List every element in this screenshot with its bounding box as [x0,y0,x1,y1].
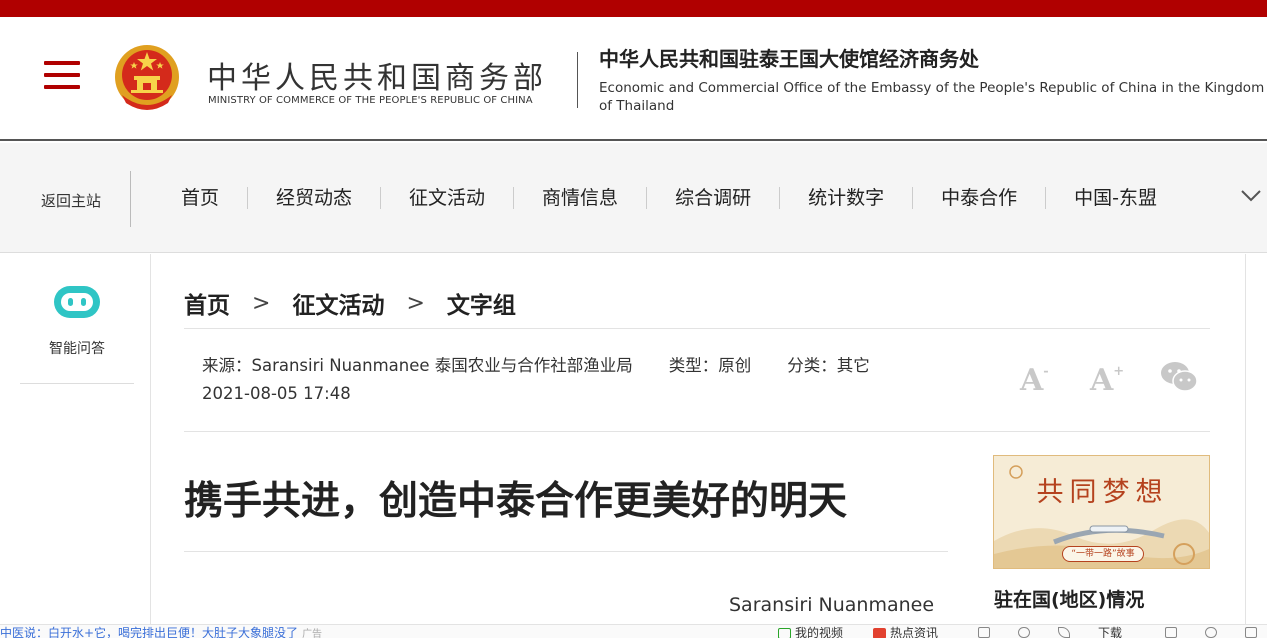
divider [184,551,948,552]
national-emblem-icon [115,45,179,110]
top-red-bar [0,0,1267,17]
font-larger-label: A [1090,363,1114,398]
breadcrumb-text-group[interactable]: 文字组 [447,286,516,320]
article-category: 分类：其它 [787,356,870,375]
office-name-cn: 中华人民共和国驻泰王国大使馆经济商务处 [599,47,979,71]
screenshot-icon[interactable] [978,627,990,638]
content-left-rule [150,254,151,638]
nav-item-china-asean[interactable]: 中国-东盟 [1046,187,1185,209]
smart-qa-label: 智能问答 [49,341,105,357]
ticker-text: 中医说：白开水+它，喝完排出巨便！大肚子大象腿没了 [0,626,299,638]
back-home-link[interactable]: 返回主站 [41,190,101,211]
ticker-tag: 广告 [302,629,323,638]
font-smaller-label: A [1020,363,1044,398]
nav-divider [130,171,131,227]
article-type: 类型：原创 [668,356,752,375]
breadcrumb-home[interactable]: 首页 [184,286,230,320]
print-icon[interactable] [1165,627,1177,638]
chevron-down-icon[interactable] [1238,183,1264,209]
header-divider [577,52,578,108]
nav-items: 首页 经贸动态 征文活动 商情信息 综合调研 统计数字 中泰合作 中国-东盟 [153,187,1185,209]
nav-item-research[interactable]: 综合调研 [647,187,781,209]
window-icon[interactable] [1245,627,1257,638]
article-author: Saransiri Nuanmanee [729,594,935,616]
article-source: 来源：Saransiri Nuanmanee 泰国农业与合作社部渔业局 [202,356,633,375]
breadcrumb-essay[interactable]: 征文活动 [292,286,384,320]
font-larger-button[interactable]: A+ [1090,358,1124,399]
nav-item-home[interactable]: 首页 [153,187,249,209]
nav-item-essay[interactable]: 征文活动 [381,187,515,209]
hot-news-button[interactable]: 热点资讯 [873,626,938,638]
breadcrumb-separator: > [252,290,271,316]
nav-item-business-info[interactable]: 商情信息 [514,187,648,209]
content-right-rule [1245,254,1246,638]
font-smaller-mark: - [1043,364,1049,379]
font-smaller-button[interactable]: A- [1020,358,1049,399]
banner-subtitle: “一带一路”故事 [1062,546,1144,562]
office-name-en: Economic and Commercial Office of the Em… [599,80,1265,114]
main-nav: 返回主站 首页 经贸动态 征文活动 商情信息 综合调研 统计数字 中泰合作 中国… [0,143,1267,253]
compass-icon[interactable] [1205,627,1217,638]
article-datetime: 2021-08-05 17:48 [202,384,351,403]
news-ticker[interactable]: 中医说：白开水+它，喝完排出巨便！大肚子大象腿没了 广告 [0,626,322,638]
robot-icon[interactable] [52,284,102,320]
font-larger-mark: + [1113,364,1125,379]
leaf-icon[interactable] [1058,627,1070,638]
divider [184,328,1210,329]
download-label: 下载 [1098,626,1123,638]
article-meta: 来源：Saransiri Nuanmanee 泰国农业与合作社部渔业局 类型：原创… [202,352,870,376]
heart-icon[interactable] [1018,627,1030,638]
belt-road-banner[interactable]: 共同梦想 “一带一路”故事 [993,455,1210,569]
menu-icon[interactable] [44,61,80,91]
nav-item-trade-news[interactable]: 经贸动态 [248,187,382,209]
browser-bottom-bar: 中医说：白开水+它，喝完排出巨便！大肚子大象腿没了 广告 我的视频 热点资讯 下载 [0,624,1267,638]
site-header: 中华人民共和国商务部 MINISTRY OF COMMERCE OF THE P… [0,17,1267,141]
nav-item-china-thai[interactable]: 中泰合作 [913,187,1047,209]
my-video-button[interactable]: 我的视频 [778,626,843,638]
video-icon [778,627,791,638]
divider [184,431,1210,432]
news-icon [873,627,886,638]
hot-news-label: 热点资讯 [890,626,939,638]
smart-qa-widget[interactable]: 智能问答 [20,254,134,384]
wechat-icon[interactable] [1160,360,1198,394]
ministry-name-cn: 中华人民共和国商务部 [207,61,547,96]
ministry-name-en: MINISTRY OF COMMERCE OF THE PEOPLE'S REP… [208,95,533,106]
my-video-label: 我的视频 [795,626,844,638]
breadcrumb-separator: > [406,290,425,316]
article-title: 携手共进，创造中泰合作更美好的明天 [184,479,848,524]
breadcrumb: 首页 > 征文活动 > 文字组 [184,286,516,320]
nav-item-statistics[interactable]: 统计数字 [780,187,914,209]
banner-title: 共同梦想 [1036,477,1169,508]
country-info-heading[interactable]: 驻在国(地区)情况 [994,585,1144,612]
download-button[interactable]: 下载 [1098,626,1122,638]
